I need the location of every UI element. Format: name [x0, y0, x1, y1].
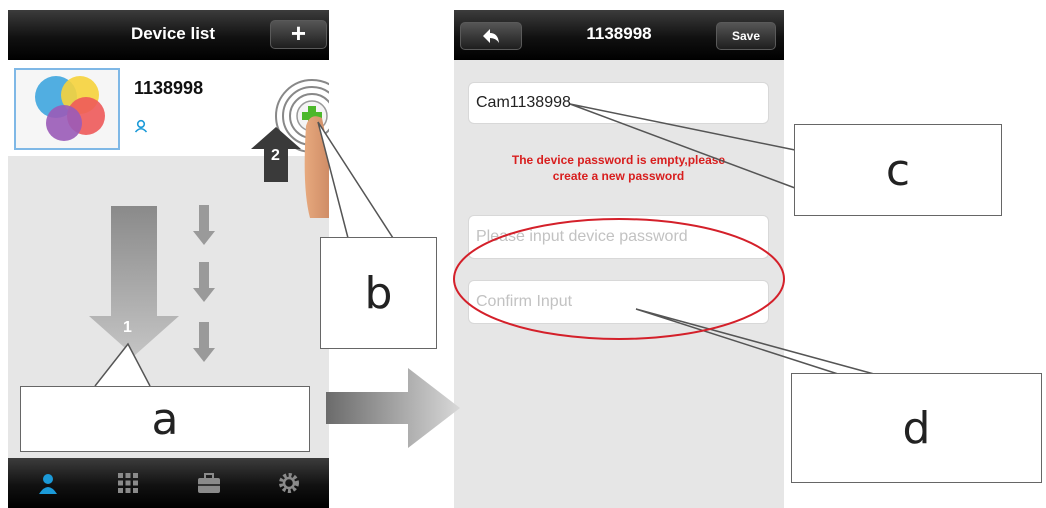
callout-b: b: [320, 237, 437, 349]
callout-d: d: [791, 373, 1042, 483]
transition-arrow-icon: [326, 368, 460, 448]
callout-a: a: [20, 386, 310, 452]
password-fields-highlight: [453, 218, 785, 340]
callout-c: c: [794, 124, 1002, 216]
